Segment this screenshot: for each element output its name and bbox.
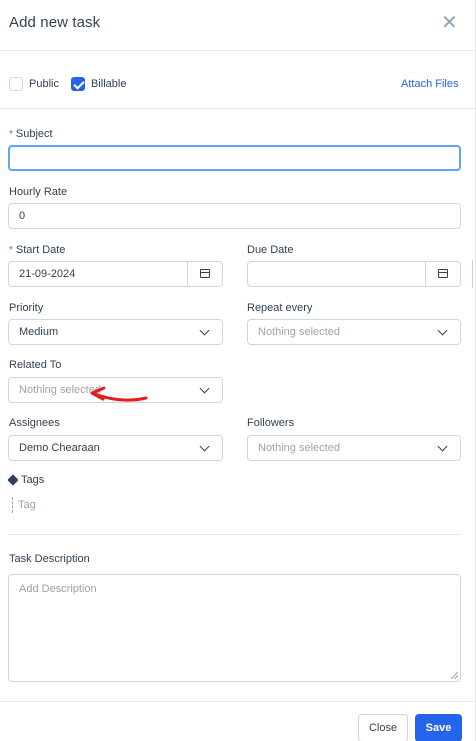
- visibility-options: Public Billable Attach Files: [0, 52, 476, 109]
- chevron-down-icon: [199, 383, 210, 394]
- modal-header: Add new task ✕: [0, 0, 476, 51]
- calendar-icon: [438, 269, 448, 278]
- resize-handle-icon[interactable]: [451, 672, 458, 679]
- task-description-textarea[interactable]: Add Description: [8, 574, 461, 682]
- due-date-calendar-button[interactable]: [425, 262, 460, 286]
- modal-footer: Close Save: [0, 701, 476, 741]
- section-divider: [9, 534, 461, 535]
- scrollbar-edge: [472, 260, 476, 288]
- attach-files-link[interactable]: Attach Files: [401, 77, 458, 91]
- calendar-icon: [200, 269, 210, 278]
- public-label: Public: [29, 78, 59, 90]
- start-date-input[interactable]: 21-09-2024: [8, 261, 223, 287]
- chevron-down-icon: [437, 441, 448, 452]
- chevron-down-icon: [199, 441, 210, 452]
- assignees-select[interactable]: Demo Chearaan: [8, 435, 223, 461]
- start-date-label: * Start Date: [9, 244, 66, 256]
- due-date-input[interactable]: [247, 261, 461, 287]
- assignees-label: Assignees: [9, 417, 60, 429]
- due-date-label: Due Date: [247, 244, 294, 256]
- save-button[interactable]: Save: [415, 714, 462, 741]
- required-mark: *: [9, 129, 13, 140]
- repeat-every-select[interactable]: Nothing selected: [247, 319, 461, 345]
- modal-title: Add new task: [9, 14, 101, 31]
- followers-label: Followers: [247, 417, 295, 429]
- priority-value: Medium: [19, 326, 59, 338]
- related-to-label: Related To: [9, 359, 62, 371]
- task-description-placeholder: Add Description: [19, 583, 97, 595]
- close-icon[interactable]: ✕: [441, 13, 459, 33]
- tags-label: Tags: [21, 474, 45, 486]
- hourly-rate-input[interactable]: 0: [8, 203, 461, 229]
- repeat-every-label: Repeat every: [247, 302, 313, 314]
- add-task-modal: Add new task ✕ Public Billable Attach Fi…: [0, 0, 476, 741]
- chevron-down-icon: [437, 325, 448, 336]
- followers-select[interactable]: Nothing selected: [247, 435, 461, 461]
- task-description-label: Task Description: [9, 553, 90, 565]
- billable-label: Billable: [91, 78, 127, 90]
- followers-value: Nothing selected: [258, 442, 340, 454]
- billable-checkbox[interactable]: [71, 77, 85, 91]
- subject-label: * Subject: [9, 128, 53, 140]
- close-button[interactable]: Close: [358, 714, 408, 741]
- public-checkbox[interactable]: [9, 77, 23, 91]
- start-date-value: 21-09-2024: [19, 268, 76, 280]
- assignees-value: Demo Chearaan: [19, 442, 100, 454]
- hourly-rate-label: Hourly Rate: [9, 186, 68, 198]
- repeat-every-value: Nothing selected: [258, 326, 340, 338]
- tag-icon: [7, 474, 19, 486]
- priority-label: Priority: [9, 302, 44, 314]
- related-to-value: Nothing selected: [19, 384, 101, 396]
- chevron-down-icon: [199, 325, 210, 336]
- priority-select[interactable]: Medium: [8, 319, 223, 345]
- start-date-calendar-button[interactable]: [187, 262, 222, 286]
- related-to-select[interactable]: Nothing selected: [8, 377, 223, 403]
- tag-input[interactable]: Tag: [12, 497, 36, 513]
- subject-input[interactable]: [8, 145, 461, 171]
